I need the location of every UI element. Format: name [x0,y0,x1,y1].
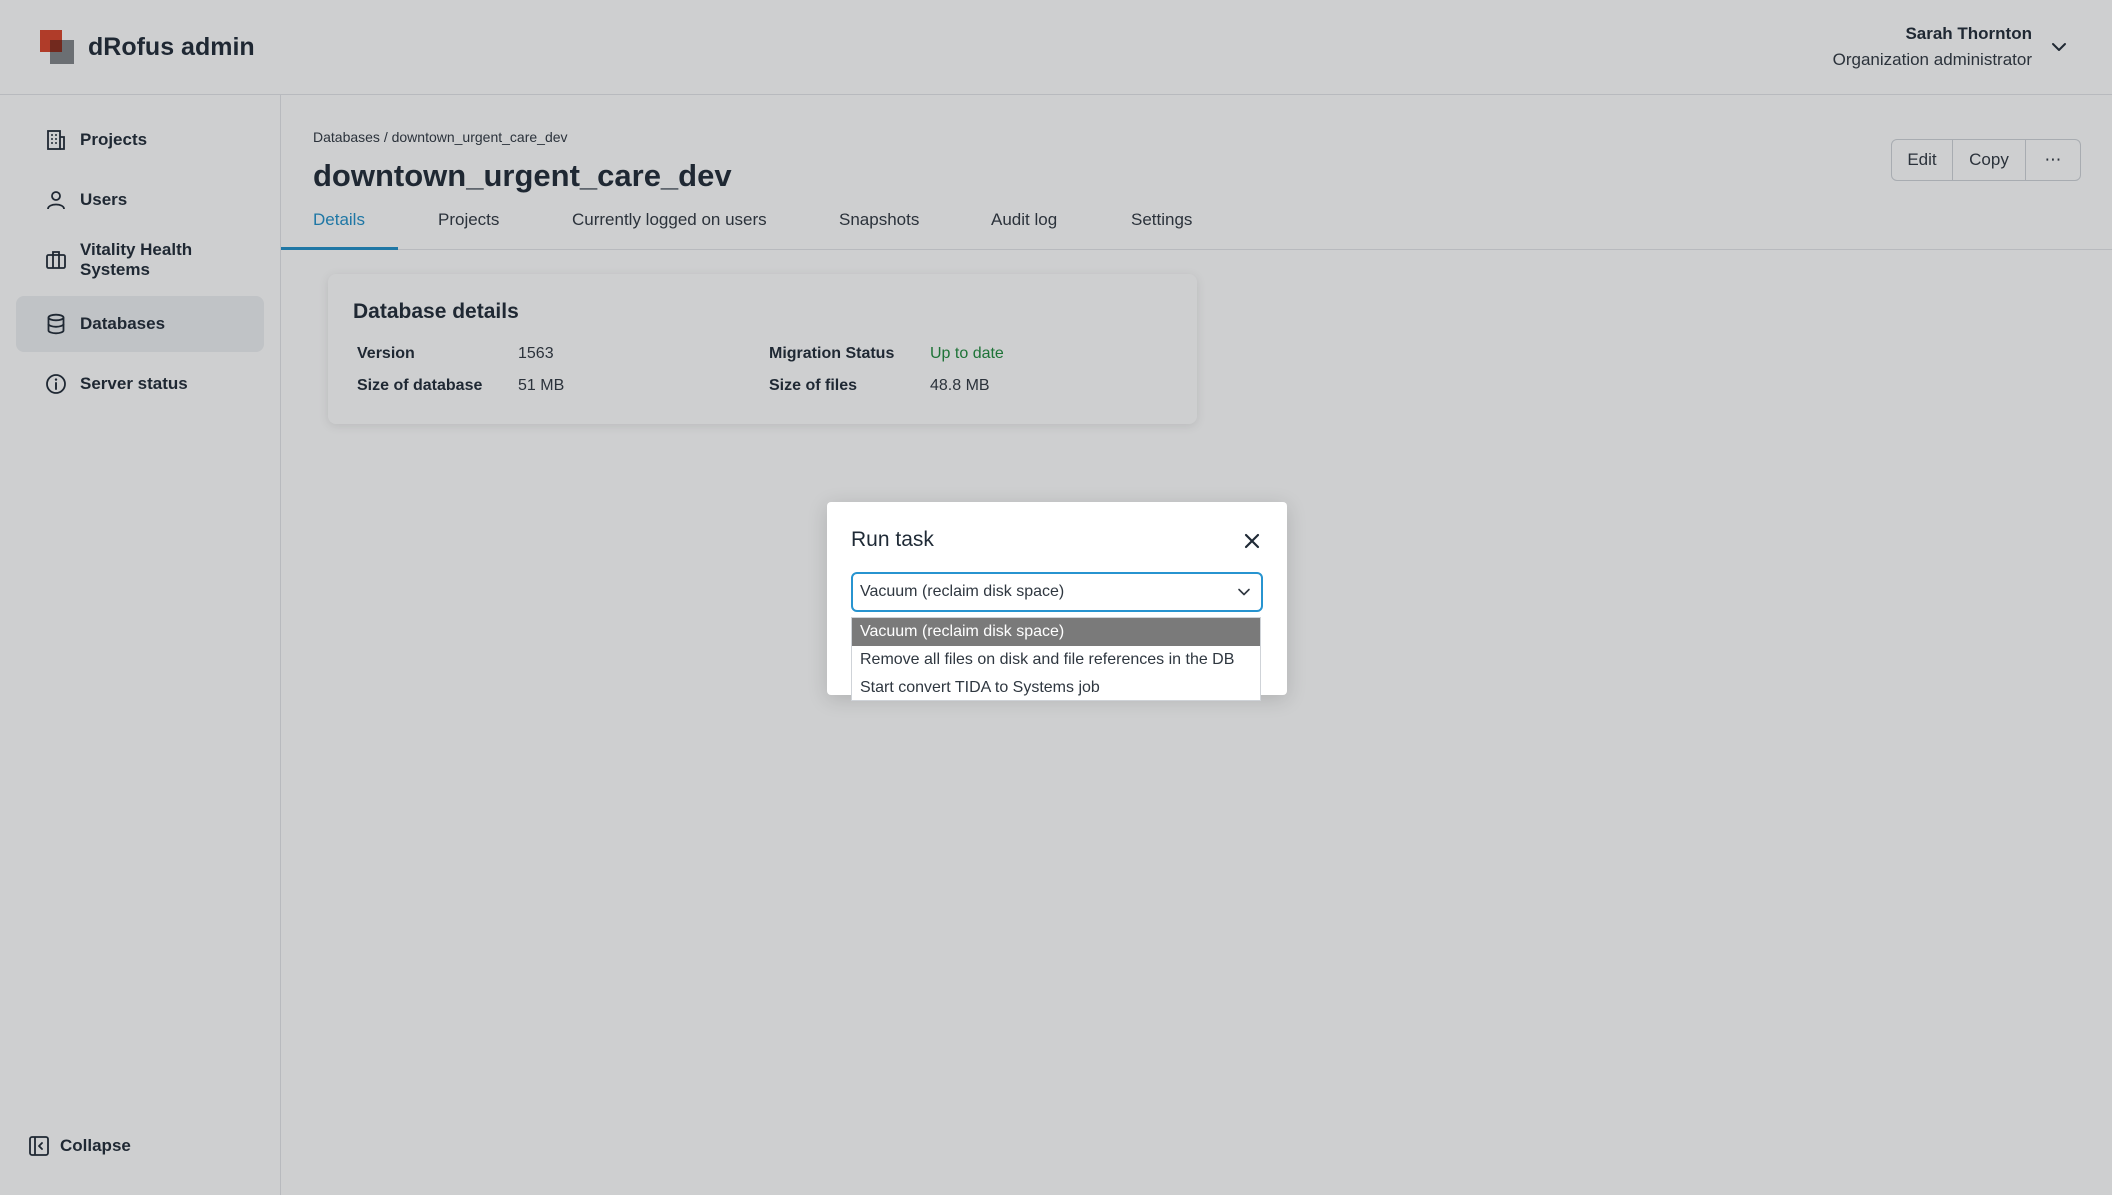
dialog-title: Run task [851,528,934,551]
task-options-list: Vacuum (reclaim disk space) Remove all f… [851,617,1261,701]
close-icon[interactable] [1243,532,1261,550]
task-option-remove-files[interactable]: Remove all files on disk and file refere… [852,646,1260,674]
task-select-value: Vacuum (reclaim disk space) [860,583,1065,600]
task-option-vacuum[interactable]: Vacuum (reclaim disk space) [852,618,1260,646]
chevron-down-icon [1238,588,1250,596]
task-select[interactable]: Vacuum (reclaim disk space) [851,572,1263,612]
task-option-convert-tida[interactable]: Start convert TIDA to Systems job [852,674,1260,702]
